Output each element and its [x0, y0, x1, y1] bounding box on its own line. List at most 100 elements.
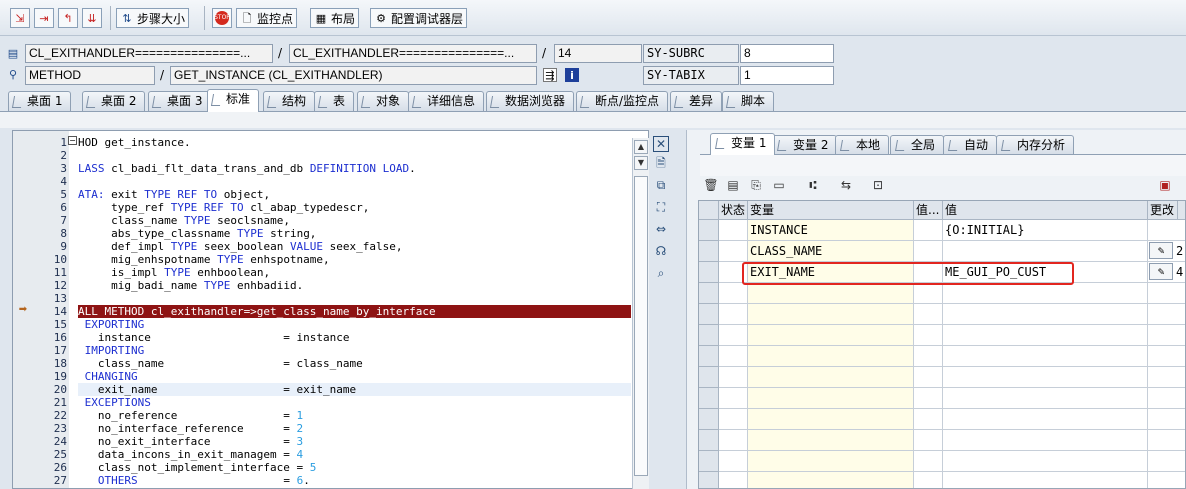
- code-line[interactable]: IMPORTING: [78, 344, 631, 357]
- code-line[interactable]: no_reference = 1: [78, 409, 631, 422]
- line-number-field[interactable]: 14: [554, 44, 642, 63]
- tab-desktop-1[interactable]: 桌面 1: [8, 91, 72, 111]
- tab-desktop-2[interactable]: 桌面 2: [82, 91, 146, 111]
- code-line[interactable]: mig_enhspotname TYPE enhspotname,: [78, 253, 631, 266]
- expand-horizontal-icon[interactable]: ⇔: [653, 221, 669, 237]
- row-selector[interactable]: [699, 472, 719, 488]
- code-line[interactable]: EXCEPTIONS: [78, 396, 631, 409]
- search-icon[interactable]: ⌕: [653, 265, 669, 281]
- sy-subrc-value[interactable]: 8: [740, 44, 834, 63]
- scroll-down-button[interactable]: ▼: [634, 156, 648, 170]
- variable-cell[interactable]: [748, 472, 914, 488]
- save-icon[interactable]: ▭: [771, 177, 787, 193]
- tab-structure[interactable]: 结构: [263, 91, 316, 111]
- tab-breakpoints[interactable]: 断点/监控点: [576, 91, 669, 111]
- code-line[interactable]: [78, 175, 631, 188]
- step-size-button[interactable]: ⇅ 步骤大小: [116, 8, 190, 28]
- code-line[interactable]: exit_name = exit_name: [78, 383, 631, 396]
- scroll-up-button[interactable]: ▲: [634, 140, 648, 154]
- row-selector[interactable]: [699, 430, 719, 451]
- tab-objects[interactable]: 对象: [357, 91, 410, 111]
- code-line[interactable]: CHANGING: [78, 370, 631, 383]
- value-cell[interactable]: [943, 430, 1148, 451]
- value-cell[interactable]: [943, 472, 1148, 488]
- select-all-header[interactable]: [699, 201, 719, 220]
- single-step-button[interactable]: ⇲: [10, 8, 30, 28]
- value-cell[interactable]: [943, 283, 1148, 304]
- value-cell[interactable]: [943, 241, 1148, 262]
- row-selector[interactable]: [699, 409, 719, 430]
- row-selector[interactable]: [699, 367, 719, 388]
- variable-cell[interactable]: CLASS_NAME: [748, 241, 914, 262]
- column-header-extra[interactable]: [1178, 201, 1185, 220]
- variable-cell[interactable]: INSTANCE: [748, 220, 914, 241]
- return-button[interactable]: ↰: [58, 8, 78, 28]
- value-cell[interactable]: [943, 325, 1148, 346]
- row-selector[interactable]: [699, 325, 719, 346]
- column-header-value-short[interactable]: 值...: [914, 201, 943, 220]
- stop-button[interactable]: STOP: [212, 8, 232, 28]
- code-line[interactable]: OTHERS = 6.: [78, 474, 631, 487]
- main-program-field[interactable]: CL_EXITHANDLER===============...: [25, 44, 273, 63]
- code-line[interactable]: class_name TYPE seoclsname,: [78, 214, 631, 227]
- variable-cell[interactable]: [748, 451, 914, 472]
- row-selector[interactable]: [699, 451, 719, 472]
- tab-local[interactable]: 本地: [835, 135, 890, 154]
- code-line[interactable]: type_ref TYPE REF TO cl_abap_typedescr,: [78, 201, 631, 214]
- column-header-change[interactable]: 更改: [1148, 201, 1178, 220]
- event-name-field[interactable]: GET_INSTANCE (CL_EXITHANDLER): [170, 66, 537, 85]
- code-line[interactable]: no_interface_reference = 2: [78, 422, 631, 435]
- value-cell[interactable]: [943, 346, 1148, 367]
- include-program-field[interactable]: CL_EXITHANDLER===============...: [289, 44, 537, 63]
- code-line[interactable]: no_exit_interface = 3: [78, 435, 631, 448]
- configure-debugger-layer-button[interactable]: ⚙ 配置调试器层: [370, 8, 468, 28]
- row-selector[interactable]: [699, 283, 719, 304]
- code-line[interactable]: data_incons_in_exit_managem = 4: [78, 448, 631, 461]
- fullscreen-icon[interactable]: ⛶: [653, 199, 669, 215]
- tab-data-browser[interactable]: 数据浏览器: [486, 91, 575, 111]
- code-line[interactable]: LASS cl_badi_flt_data_trans_and_db DEFIN…: [78, 162, 631, 175]
- continue-button[interactable]: ⇊: [82, 8, 102, 28]
- variable-cell[interactable]: [748, 409, 914, 430]
- info-icon[interactable]: i: [565, 68, 579, 82]
- tab-global[interactable]: 全局: [890, 135, 945, 154]
- tab-variables-2[interactable]: 变量 2: [772, 135, 838, 154]
- import-icon[interactable]: ⎘: [748, 177, 764, 193]
- watchpoint-button[interactable]: 🗋 监控点: [236, 8, 298, 28]
- code-line[interactable]: is_impl TYPE enhboolean,: [78, 266, 631, 279]
- value-cell[interactable]: [943, 304, 1148, 325]
- layout-button[interactable]: ▦ 布局: [310, 8, 360, 28]
- row-selector[interactable]: [699, 241, 719, 262]
- code-line[interactable]: [78, 292, 631, 305]
- column-header-value[interactable]: 值: [943, 201, 1148, 220]
- tab-standard[interactable]: 标准: [207, 89, 260, 112]
- tab-diff[interactable]: 差异: [670, 91, 723, 111]
- tab-desktop-3[interactable]: 桌面 3: [148, 91, 212, 111]
- code-line[interactable]: HOD get_instance.: [78, 136, 631, 149]
- scroll-thumb[interactable]: [634, 176, 648, 476]
- copy-icon[interactable]: ⧉: [653, 177, 669, 193]
- row-selector[interactable]: [699, 220, 719, 241]
- value-cell[interactable]: [943, 367, 1148, 388]
- source-code-editor[interactable]: − 1 HOD get_instance. 2 3 LASS cl_badi_flt_d…: [12, 130, 649, 489]
- save-layout-icon[interactable]: ▣: [1157, 177, 1173, 193]
- tab-variables-1[interactable]: 变量 1: [710, 133, 776, 155]
- edit-pencil-icon[interactable]: ✎: [1149, 263, 1173, 280]
- column-header-variable[interactable]: 变量: [748, 201, 914, 220]
- column-header-status[interactable]: 状态: [719, 201, 748, 220]
- code-line[interactable]: class_name = class_name: [78, 357, 631, 370]
- edit-pencil-icon[interactable]: ✎: [1149, 242, 1173, 259]
- code-line[interactable]: EXPORTING: [78, 318, 631, 331]
- tab-auto[interactable]: 自动: [943, 135, 998, 154]
- value-cell[interactable]: [943, 409, 1148, 430]
- hierarchy-icon[interactable]: ⑆: [805, 177, 821, 193]
- code-line[interactable]: def_impl TYPE seex_boolean VALUE seex_fa…: [78, 240, 631, 253]
- transfer-icon[interactable]: ⇆: [838, 177, 854, 193]
- code-line[interactable]: ATA: exit TYPE REF TO object,: [78, 188, 631, 201]
- sy-tabix-value[interactable]: 1: [740, 66, 834, 85]
- editor-vertical-scrollbar[interactable]: ▲ ▼: [632, 138, 649, 489]
- variable-cell[interactable]: [748, 304, 914, 325]
- row-selector[interactable]: [699, 304, 719, 325]
- code-line[interactable]: abs_type_classname TYPE string,: [78, 227, 631, 240]
- code-line[interactable]: mig_badi_name TYPE enhbadiid.: [78, 279, 631, 292]
